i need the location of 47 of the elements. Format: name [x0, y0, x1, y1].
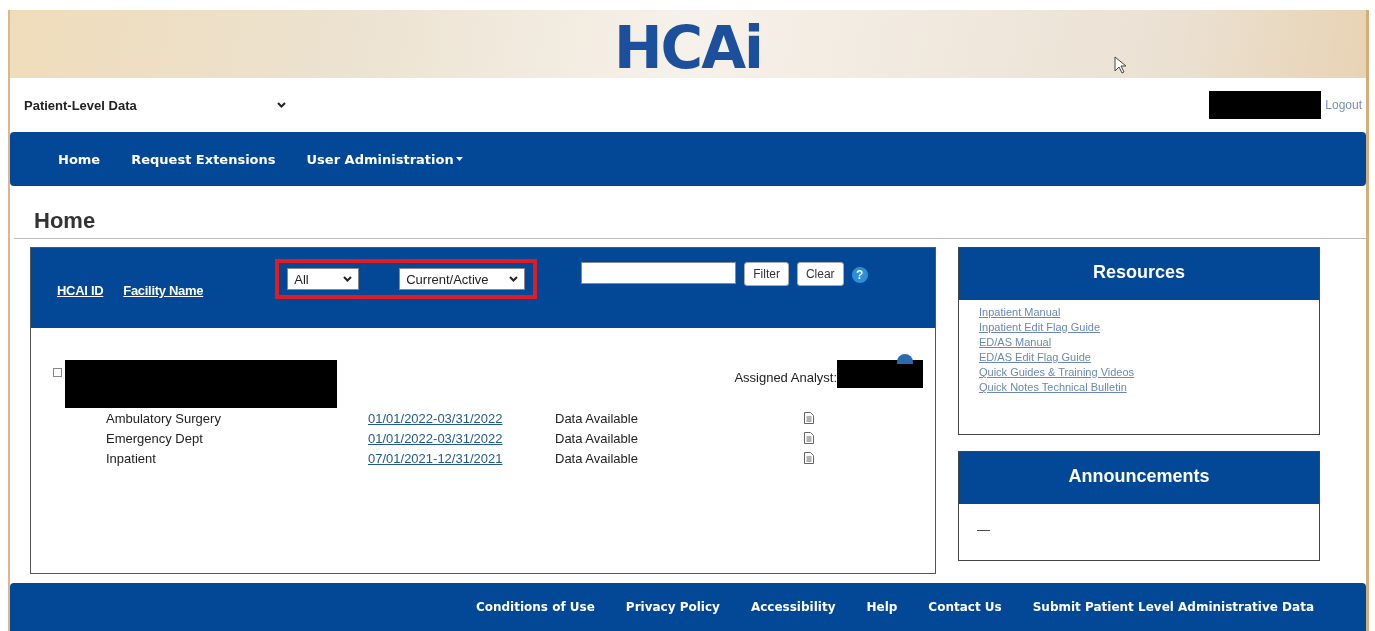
chevron-down-icon [277, 102, 286, 108]
resource-link[interactable]: Inpatient Edit Flag Guide [979, 321, 1299, 333]
nav-item[interactable]: Home [58, 151, 101, 167]
assigned-analyst-label: Assigned Analyst: [734, 370, 837, 385]
nav-item[interactable]: User Administration [306, 151, 463, 167]
data-type: Ambulatory Surgery [106, 410, 222, 426]
footer-link[interactable]: Privacy Policy [625, 600, 720, 614]
panel-title: Announcements [959, 452, 1319, 504]
footer-link[interactable]: Help [866, 600, 898, 614]
resource-link[interactable]: Inpatient Manual [979, 306, 1299, 318]
status-text: Data Available [555, 430, 639, 446]
filter-button[interactable]: Filter [744, 262, 789, 286]
footer-link[interactable]: Accessibility [750, 600, 836, 614]
document-icon[interactable] [804, 432, 814, 444]
filter-select[interactable]: Current/Active [399, 268, 526, 290]
filter-select[interactable]: All [287, 268, 360, 290]
resource-link[interactable]: ED/AS Manual [979, 336, 1299, 348]
chevron-down-icon [509, 276, 519, 282]
panel-title: Resources [959, 248, 1319, 300]
document-icon[interactable] [804, 452, 814, 464]
logout-link[interactable]: Logout [1325, 98, 1362, 112]
chevron-down-icon [343, 276, 353, 282]
footer-link[interactable]: Conditions of Use [475, 600, 595, 614]
data-type: Emergency Dept [106, 430, 204, 446]
period-link[interactable]: 07/01/2021-12/31/2021 [368, 450, 555, 466]
program-select[interactable]: Patient-Level Data [24, 97, 286, 113]
period-link[interactable]: 01/01/2022-03/31/2022 [368, 410, 555, 426]
search-field[interactable] [581, 262, 737, 284]
resource-link[interactable]: Quick Guides & Training Videos [979, 366, 1299, 378]
page-title: Home [14, 186, 1366, 239]
status-text: Data Available [555, 450, 639, 466]
clear-button[interactable]: Clear [796, 262, 844, 286]
period-link[interactable]: 01/01/2022-03/31/2022 [368, 430, 555, 446]
announcement-text: — [977, 522, 991, 537]
sort-link[interactable]: HCAI ID [57, 283, 104, 298]
footer-link[interactable]: Submit Patient Level Administrative Data [1032, 600, 1314, 614]
data-type: Inpatient [106, 450, 157, 466]
sort-link[interactable]: Facility Name [123, 283, 204, 298]
collapse-icon[interactable] [53, 368, 62, 377]
footer-link[interactable]: Contact Us [928, 600, 1002, 614]
mouse-cursor-icon [1114, 56, 1126, 74]
status-text: Data Available [555, 410, 639, 426]
nav-item[interactable]: Request Extensions [131, 151, 276, 167]
logo: HCAi [614, 19, 762, 77]
document-icon[interactable] [804, 412, 814, 424]
resource-link[interactable]: ED/AS Edit Flag Guide [979, 351, 1299, 363]
resource-link[interactable]: Quick Notes Technical Bulletin [979, 381, 1299, 393]
